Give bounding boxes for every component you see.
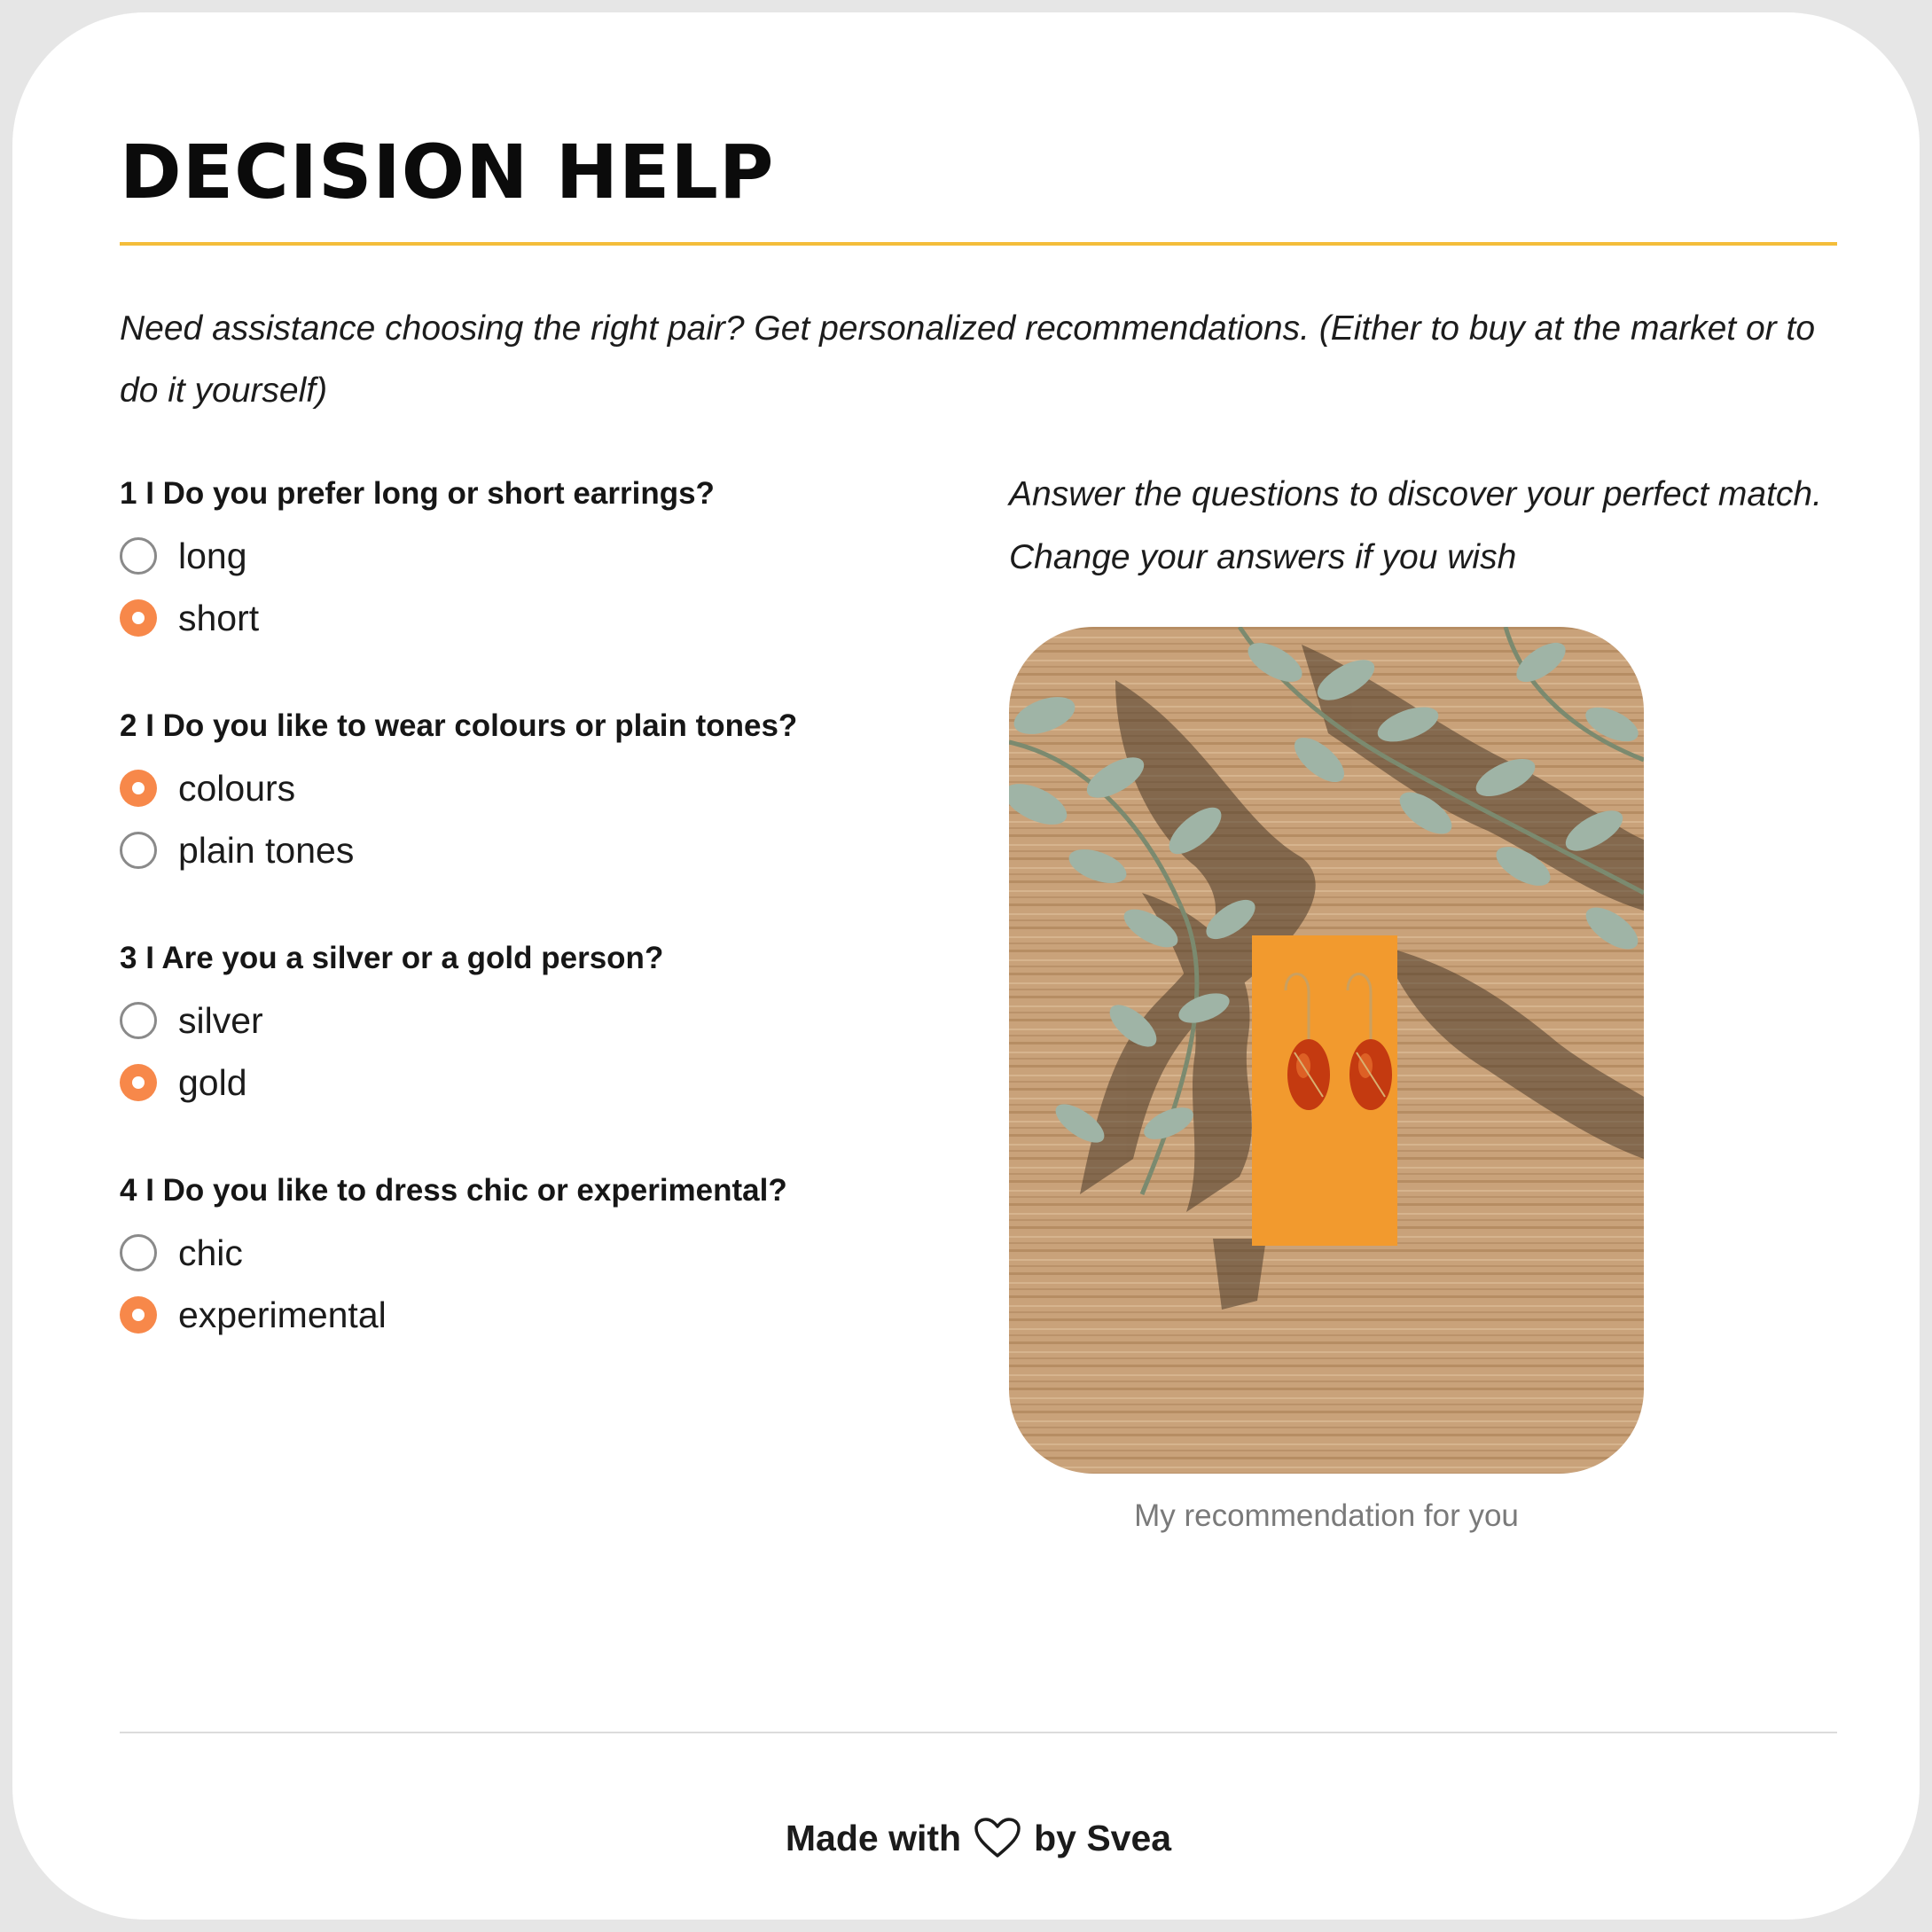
question-4: 4 I Do you like to dress chic or experim… bbox=[120, 1160, 918, 1392]
option-label: silver bbox=[178, 999, 263, 1041]
question-2: 2 I Do you like to wear colours or plain… bbox=[120, 695, 918, 927]
footer-divider bbox=[120, 1732, 1837, 1733]
question-label: 4 I Do you like to dress chic or experim… bbox=[120, 1173, 787, 1208]
radio-gold[interactable] bbox=[120, 1064, 157, 1101]
option-label: experimental bbox=[178, 1294, 387, 1335]
question-label: 3 I Are you a silver or a gold person? bbox=[120, 941, 664, 975]
option-label: colours bbox=[178, 767, 296, 809]
questions-form: 1 I Do you prefer long or short earrings… bbox=[120, 463, 918, 1392]
recommendation-image bbox=[1009, 627, 1644, 1474]
recommendation-caption: My recommendation for you bbox=[1134, 1498, 1519, 1533]
page-title: DECISION HELP bbox=[120, 129, 775, 215]
radio-chic[interactable] bbox=[120, 1234, 157, 1271]
option-chic[interactable]: chic bbox=[120, 1222, 918, 1284]
option-gold[interactable]: gold bbox=[120, 1052, 918, 1114]
option-label: gold bbox=[178, 1061, 247, 1103]
question-1: 1 I Do you prefer long or short earrings… bbox=[120, 463, 918, 695]
result-intro: Answer the questions to discover your pe… bbox=[1009, 475, 1822, 576]
title-underline bbox=[120, 242, 1837, 246]
decision-help-card: DECISION HELP Need assistance choosing t… bbox=[12, 12, 1920, 1920]
radio-silver[interactable] bbox=[120, 1002, 157, 1039]
footer-made-with: Made with bbox=[785, 1817, 962, 1858]
option-colours[interactable]: colours bbox=[120, 757, 918, 819]
radio-experimental[interactable] bbox=[120, 1296, 157, 1334]
intro-text: Need assistance choosing the right pair?… bbox=[120, 309, 1816, 410]
question-3: 3 I Are you a silver or a gold person? s… bbox=[120, 927, 918, 1160]
option-long[interactable]: long bbox=[120, 525, 918, 587]
option-silver[interactable]: silver bbox=[120, 989, 918, 1052]
option-label: long bbox=[178, 535, 247, 576]
option-short[interactable]: short bbox=[120, 587, 918, 649]
radio-long[interactable] bbox=[120, 537, 157, 575]
footer: Made with by Svea bbox=[12, 1817, 1932, 1859]
radio-short[interactable] bbox=[120, 599, 157, 637]
option-label: chic bbox=[178, 1232, 243, 1273]
question-label: 1 I Do you prefer long or short earrings… bbox=[120, 476, 715, 511]
option-plain-tones[interactable]: plain tones bbox=[120, 819, 918, 881]
question-label: 2 I Do you like to wear colours or plain… bbox=[120, 708, 798, 743]
option-label: short bbox=[178, 597, 260, 638]
option-experimental[interactable]: experimental bbox=[120, 1284, 918, 1346]
radio-plain-tones[interactable] bbox=[120, 832, 157, 869]
option-label: plain tones bbox=[178, 829, 355, 871]
heart-icon bbox=[974, 1817, 1021, 1859]
footer-author: by Svea bbox=[1034, 1817, 1172, 1858]
radio-colours[interactable] bbox=[120, 770, 157, 807]
